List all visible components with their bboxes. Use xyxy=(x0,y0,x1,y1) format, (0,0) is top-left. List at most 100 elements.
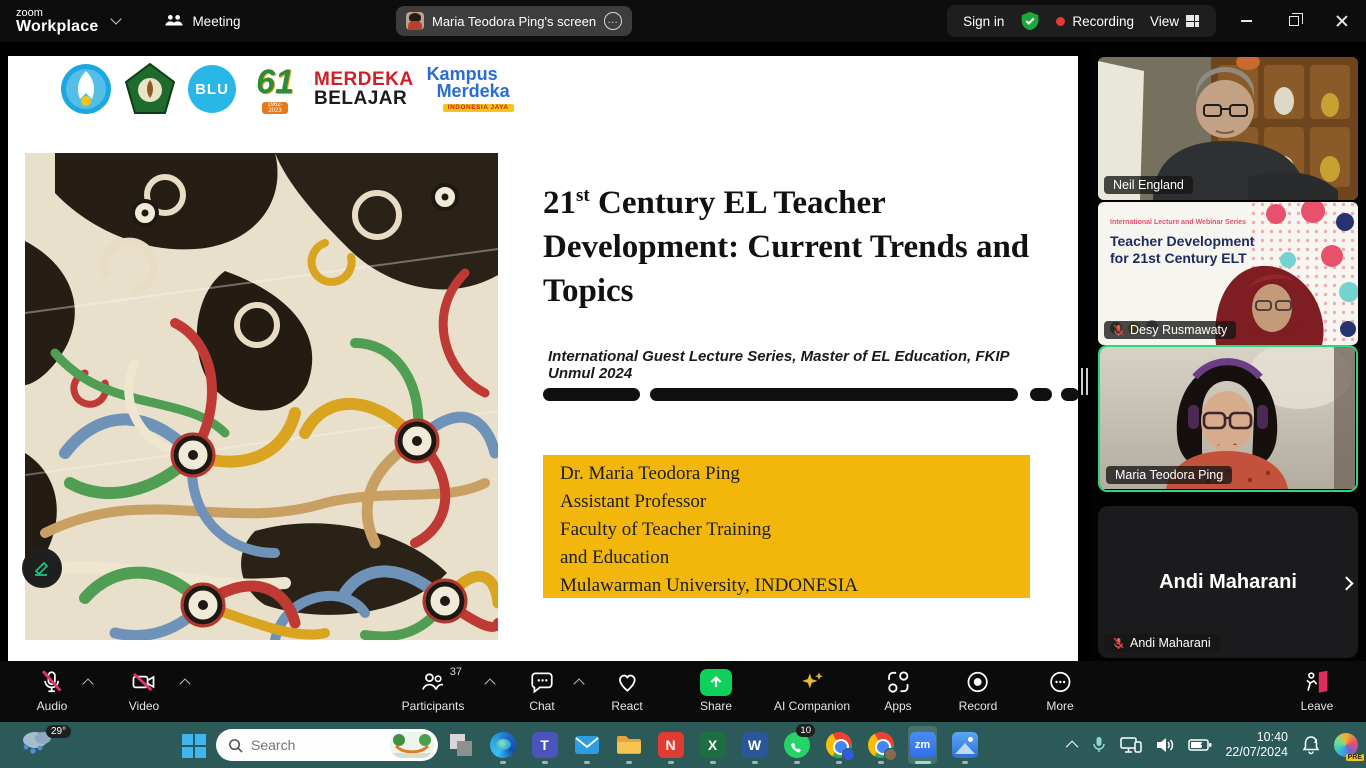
apps-icon xyxy=(885,669,911,695)
windows-taskbar: 29° T N X W xyxy=(0,722,1366,768)
annotate-button[interactable] xyxy=(22,548,62,588)
pencil-icon xyxy=(32,558,52,578)
tab-options-icon[interactable]: … xyxy=(604,12,622,30)
speaker-name: Dr. Maria Teodora Ping xyxy=(560,460,1030,488)
svg-text:Teacher Development: Teacher Development xyxy=(1110,233,1255,249)
notification-bell-icon[interactable]: z xyxy=(1301,735,1321,755)
chat-button[interactable]: Chat xyxy=(529,668,555,713)
video-tile-andi-camera-off[interactable]: Andi Maharani Andi Maharani xyxy=(1098,506,1358,658)
photos-app[interactable] xyxy=(950,726,979,764)
excel-app[interactable]: X xyxy=(698,726,727,764)
pdf-app[interactable]: N xyxy=(656,726,685,764)
chrome-profile2-app[interactable] xyxy=(866,726,895,764)
window-controls xyxy=(1222,0,1366,42)
chevron-down-icon[interactable] xyxy=(111,13,122,24)
kampus-merdeka-logo: Kampus Merdeka INDONESIA JAYA xyxy=(427,66,510,112)
video-tile-neil[interactable]: Neil England xyxy=(1098,57,1358,200)
speaker-icon[interactable] xyxy=(1155,736,1175,754)
meeting-control-bar: Audio Video 37 xyxy=(0,661,1366,722)
apps-button[interactable]: Apps xyxy=(884,668,911,713)
clock-date: 22/07/2024 xyxy=(1225,745,1288,760)
teams-app[interactable]: T xyxy=(530,726,559,764)
word-app[interactable]: W xyxy=(740,726,769,764)
leave-door-icon xyxy=(1303,669,1331,695)
video-tile-maria-active-speaker[interactable]: Maria Teodora Ping xyxy=(1098,345,1358,492)
battery-icon[interactable] xyxy=(1188,738,1212,752)
audio-button[interactable]: Audio xyxy=(37,668,68,713)
restore-button[interactable] xyxy=(1270,0,1318,42)
cast-display-icon[interactable] xyxy=(1120,736,1142,754)
tab-shared-screen[interactable]: Maria Teodora Ping's screen … xyxy=(396,6,632,36)
heart-icon xyxy=(614,669,640,695)
start-button[interactable] xyxy=(182,734,206,758)
taskbar-apps: T N X W 10 zm xyxy=(446,726,979,764)
participants-video-panel: Neil England International Lecture and W… xyxy=(1090,42,1366,661)
speaker-faculty-1: Faculty of Teacher Training xyxy=(560,516,1030,544)
photos-icon xyxy=(952,732,978,758)
chrome-profile-badge xyxy=(842,748,855,761)
close-button[interactable] xyxy=(1318,0,1366,42)
share-screen-button[interactable]: Share xyxy=(700,668,732,713)
mic-muted-icon xyxy=(39,669,65,695)
panel-resize-handle[interactable] xyxy=(1081,368,1089,395)
excel-icon: X xyxy=(700,732,726,758)
hidden-icons-chevron[interactable] xyxy=(1066,740,1079,753)
teams-icon: T xyxy=(532,732,558,758)
tab-meeting-label: Meeting xyxy=(192,14,240,29)
leave-button[interactable]: Leave xyxy=(1301,668,1334,713)
task-view-button[interactable] xyxy=(446,726,475,764)
participant-display-name: Andi Maharani xyxy=(1159,571,1297,594)
sign-in-button[interactable]: Sign in xyxy=(963,14,1004,29)
edge-app[interactable] xyxy=(488,726,517,764)
search-box[interactable] xyxy=(216,729,438,761)
zoom-workplace-logo: zoom Workplace xyxy=(16,8,98,35)
search-highlight-image[interactable] xyxy=(390,732,434,758)
mulawarman-university-logo xyxy=(125,63,175,115)
more-button[interactable]: More xyxy=(1046,668,1073,713)
participants-icon xyxy=(420,669,446,695)
participants-button[interactable]: 37 Participants xyxy=(402,668,465,713)
weather-widget[interactable]: 29° xyxy=(20,727,76,765)
zoom-icon: zm xyxy=(910,732,936,758)
search-input[interactable] xyxy=(251,737,379,753)
chevron-right-icon[interactable] xyxy=(1339,576,1353,590)
participant-name-tag: Desy Rusmawaty xyxy=(1104,321,1236,339)
slide-subtitle: International Guest Lecture Series, Mast… xyxy=(548,348,1038,382)
dayak-carving-image xyxy=(25,153,498,640)
security-shield-icon[interactable] xyxy=(1020,11,1040,31)
react-button[interactable]: React xyxy=(611,668,642,713)
tray-mic-icon[interactable] xyxy=(1091,736,1107,754)
participant-name-tag: Maria Teodora Ping xyxy=(1106,466,1232,484)
speaker-faculty-2: and Education xyxy=(560,544,1030,572)
ministry-education-logo xyxy=(60,63,112,115)
view-button[interactable]: View xyxy=(1150,14,1200,29)
chrome-profile-badge xyxy=(884,748,897,761)
blu-logo: BLU xyxy=(188,65,236,113)
participants-options-chevron[interactable] xyxy=(486,678,495,687)
whatsapp-app[interactable]: 10 xyxy=(782,726,811,764)
zoom-app-active[interactable]: zm xyxy=(908,726,937,764)
svg-text:z: z xyxy=(1314,738,1318,745)
chat-options-chevron[interactable] xyxy=(575,678,584,687)
video-button[interactable]: Video xyxy=(129,668,159,713)
audio-options-chevron[interactable] xyxy=(84,678,93,687)
mail-app[interactable] xyxy=(572,726,601,764)
participants-count: 37 xyxy=(450,666,462,678)
temperature-badge: 29° xyxy=(46,725,71,738)
chrome-profile1-app[interactable] xyxy=(824,726,853,764)
minimize-button[interactable] xyxy=(1222,0,1270,42)
file-explorer-app[interactable] xyxy=(614,726,643,764)
video-options-chevron[interactable] xyxy=(181,678,190,687)
copilot-icon[interactable]: PRE xyxy=(1334,733,1358,757)
taskbar-clock[interactable]: 10:40 22/07/2024 xyxy=(1225,730,1288,760)
record-button[interactable]: Record xyxy=(959,668,998,713)
tab-meeting[interactable]: Meeting xyxy=(164,13,240,29)
shared-screen-stage: BLU 61 1962-2023 MERDEKA BELAJAR Kampus … xyxy=(0,42,1090,661)
title-bar: zoom Workplace Meeting Maria Teodora Pin… xyxy=(0,0,1366,42)
avatar xyxy=(406,12,424,30)
ai-companion-button[interactable]: AI Companion xyxy=(774,668,850,713)
record-icon xyxy=(965,669,991,695)
copilot-pre-badge: PRE xyxy=(1346,754,1364,761)
word-icon: W xyxy=(742,732,768,758)
video-tile-desy[interactable]: International Lecture and Webinar Series… xyxy=(1098,202,1358,345)
